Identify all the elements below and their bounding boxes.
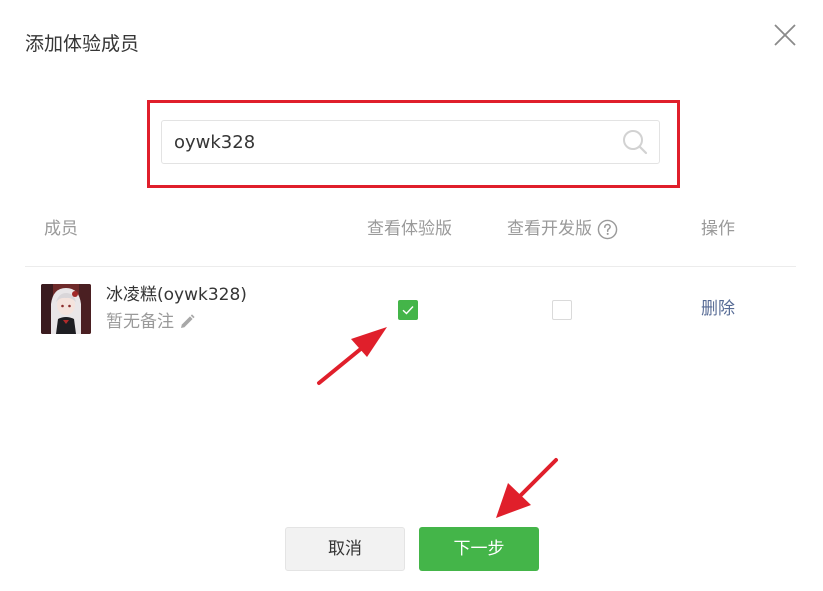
member-name: 冰凌糕(oywk328) xyxy=(106,285,247,305)
table-divider xyxy=(25,266,796,267)
cancel-button[interactable]: 取消 xyxy=(285,527,405,571)
next-step-button[interactable]: 下一步 xyxy=(419,527,539,571)
view-dev-checkbox[interactable] xyxy=(552,300,572,320)
dialog-title: 添加体验成员 xyxy=(25,33,140,55)
header-view-dev-label: 查看开发版 xyxy=(507,219,592,239)
help-circle-icon[interactable] xyxy=(597,219,618,240)
member-remark: 暂无备注 xyxy=(106,310,196,334)
table-header: 成员 查看体验版 查看开发版 操作 xyxy=(0,212,823,246)
delete-link[interactable]: 删除 xyxy=(701,297,735,321)
arrow-to-next-button xyxy=(496,458,558,518)
close-icon xyxy=(774,24,796,46)
close-button[interactable] xyxy=(770,20,800,50)
add-experience-member-dialog: 添加体验成员 成员 查看体验版 查看开发版 操作 xyxy=(0,0,823,591)
avatar xyxy=(41,284,91,334)
search-icon[interactable] xyxy=(622,129,648,155)
view-experience-checkbox[interactable] xyxy=(398,300,418,320)
header-view-dev: 查看开发版 xyxy=(507,212,618,246)
member-remark-text: 暂无备注 xyxy=(106,312,174,332)
check-icon xyxy=(402,306,414,315)
header-view-experience: 查看体验版 xyxy=(367,219,452,239)
header-member: 成员 xyxy=(44,219,78,239)
search-box[interactable] xyxy=(161,120,660,164)
header-operation: 操作 xyxy=(701,219,735,239)
search-input[interactable] xyxy=(174,121,604,163)
pencil-icon[interactable] xyxy=(178,313,196,331)
table-row: 冰凌糕(oywk328) 暂无备注 删除 xyxy=(0,280,823,340)
